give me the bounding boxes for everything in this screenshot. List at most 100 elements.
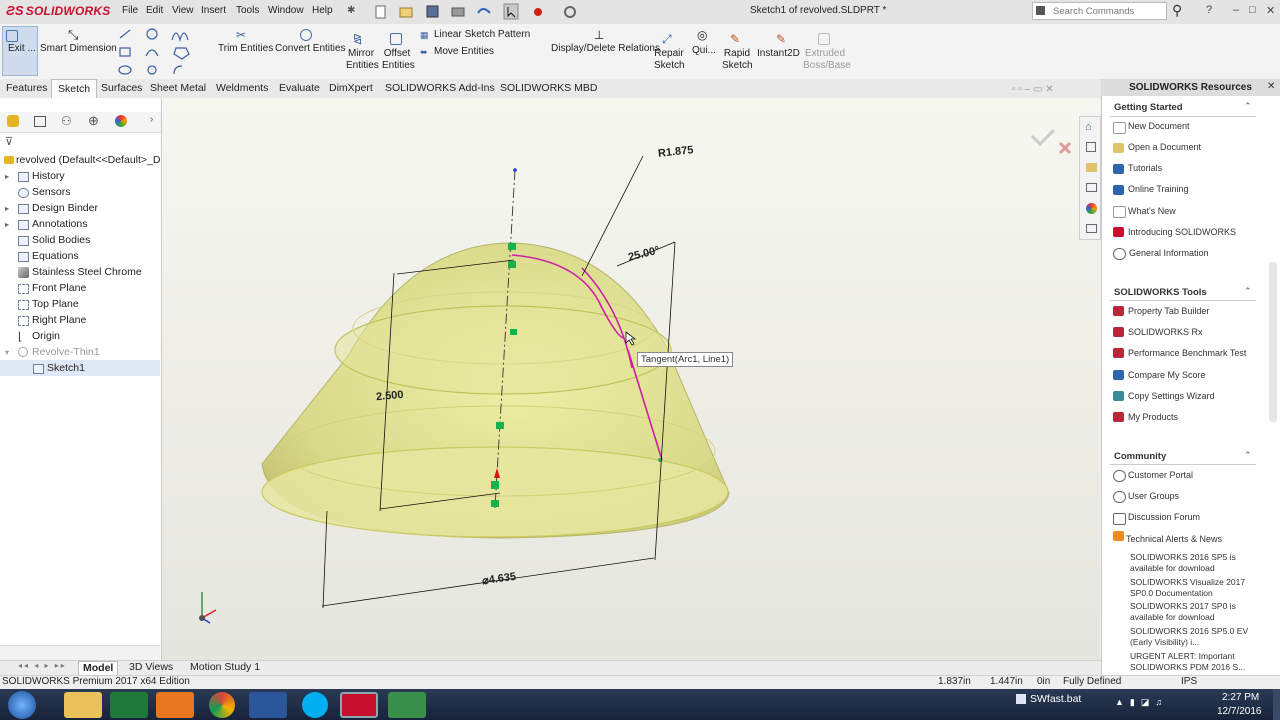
link-my-products[interactable]: My Products [1128, 412, 1178, 422]
extruded-boss-button[interactable]: Extruded Boss/Base [803, 48, 851, 72]
tree-revolve-thin1[interactable]: Revolve-Thin1 [32, 346, 100, 358]
link-new-document[interactable]: New Document [1128, 121, 1190, 131]
menu-help[interactable]: Help [312, 5, 333, 16]
menu-file[interactable]: File [122, 5, 138, 16]
rapid-sketch-button[interactable]: Rapid Sketch [722, 48, 753, 72]
tree-top-plane[interactable]: Top Plane [32, 298, 79, 310]
tools-header[interactable]: SOLIDWORKS Tools [1114, 287, 1207, 298]
offset-entities-button[interactable]: Offset Entities [382, 48, 415, 72]
skype-taskbar-icon[interactable] [302, 692, 328, 718]
select-icon[interactable] [503, 3, 519, 20]
expand-annotations-icon[interactable]: ▸ [5, 220, 9, 229]
feature-manager-icon[interactable] [7, 115, 19, 127]
link-open-document[interactable]: Open a Document [1128, 142, 1201, 152]
view-palette-icon[interactable] [1086, 183, 1097, 192]
tab-sheet-metal[interactable]: Sheet Metal [144, 79, 212, 98]
display-manager-icon[interactable] [115, 115, 127, 127]
tree-right-plane[interactable]: Right Plane [32, 314, 86, 326]
news-item[interactable]: URGENT ALERT: Important SOLIDWORKS PDM 2… [1130, 651, 1255, 671]
link-introducing[interactable]: Introducing SOLIDWORKS [1128, 227, 1236, 237]
smart-dimension-button[interactable]: Smart Dimension [40, 43, 117, 55]
display-delete-relations-button[interactable]: Display/Delete Relations [551, 43, 660, 55]
news-item[interactable]: SOLIDWORKS Visualize 2017 SP0.0 Document… [1130, 577, 1255, 599]
menu-insert[interactable]: Insert [201, 5, 226, 16]
custom-properties-icon[interactable] [1086, 224, 1097, 233]
new-document-icon[interactable] [375, 5, 386, 19]
viewport-window-controls[interactable]: ▫ ▫ – ▭ ✕ [1012, 84, 1054, 95]
tab-sketch[interactable]: Sketch [51, 79, 98, 98]
expand-history-icon[interactable]: ▸ [5, 172, 9, 181]
dim-height-label[interactable]: 2.500 [376, 389, 404, 403]
collapse-getting-started-icon[interactable]: ⌃ [1244, 101, 1252, 112]
line-icon[interactable] [119, 29, 131, 39]
solidworks-logo[interactable]: ƧS SOLIDWORKS [6, 3, 110, 18]
tree-origin[interactable]: Origin [32, 330, 60, 342]
tab-mbd[interactable]: SOLIDWORKS MBD [494, 79, 603, 98]
link-customer-portal[interactable]: Customer Portal [1128, 470, 1193, 480]
quick-snaps-button[interactable]: Qui... [692, 45, 716, 57]
filter-icon[interactable]: ⊽ [5, 135, 13, 148]
mirror-entities-button[interactable]: Mirror Entities [346, 48, 379, 72]
tab-features[interactable]: Features [0, 79, 53, 98]
tab-scroll-arrows-icon[interactable]: ◂◂ ◂ ▸ ▸▸ [18, 661, 67, 670]
spline-icon[interactable] [171, 32, 189, 43]
tree-equations[interactable]: Equations [32, 250, 79, 262]
fillet-icon[interactable] [173, 65, 183, 75]
confirmation-corner-icon[interactable] [1030, 128, 1072, 155]
chrome-taskbar-icon[interactable] [209, 692, 235, 718]
status-units[interactable]: IPS [1181, 676, 1197, 687]
appearances-icon[interactable] [1086, 203, 1097, 214]
save-icon[interactable] [426, 5, 439, 18]
show-desktop-button[interactable] [1273, 689, 1280, 720]
options-icon[interactable] [564, 6, 576, 18]
task-pane-close-icon[interactable]: ✕ [1267, 81, 1275, 92]
arc-icon[interactable] [145, 49, 159, 57]
tree-solid-bodies[interactable]: Solid Bodies [32, 234, 90, 246]
link-solidworks-rx[interactable]: SOLIDWORKS Rx [1128, 327, 1203, 337]
minimize-icon[interactable]: – [1233, 4, 1239, 16]
link-property-tab-builder[interactable]: Property Tab Builder [1128, 306, 1209, 316]
solidworks-taskbar-icon[interactable] [340, 692, 378, 718]
link-technical-alerts[interactable]: Technical Alerts & News [1126, 534, 1222, 544]
camtasia-taskbar-icon[interactable] [388, 692, 426, 718]
news-item[interactable]: SOLIDWORKS 2016 SP5 is available for dow… [1130, 552, 1255, 574]
tree-sketch1[interactable]: Sketch1 [47, 362, 85, 374]
excel-taskbar-icon[interactable] [110, 692, 148, 718]
link-user-groups[interactable]: User Groups [1128, 491, 1179, 501]
link-whats-new[interactable]: What's New [1128, 206, 1176, 216]
getting-started-header[interactable]: Getting Started [1114, 102, 1183, 113]
panel-scrollbar[interactable] [0, 645, 160, 660]
link-discussion-forum[interactable]: Discussion Forum [1128, 512, 1200, 522]
search-icon[interactable]: ⚲ [1172, 2, 1182, 19]
trim-entities-button[interactable]: Trim Entities [218, 43, 273, 55]
pin-icon[interactable]: ✱ [347, 5, 355, 16]
collapse-community-icon[interactable]: ⌃ [1244, 450, 1252, 461]
ellipse-icon[interactable] [147, 65, 157, 75]
menu-view[interactable]: View [172, 5, 194, 16]
collapse-revolve-icon[interactable]: ▾ [5, 348, 9, 357]
link-general-information[interactable]: General Information [1129, 248, 1209, 258]
system-tray-icons[interactable]: ▲▮◪♫ [1115, 697, 1168, 708]
link-compare-my-score[interactable]: Compare My Score [1128, 370, 1206, 380]
tree-history[interactable]: History [32, 170, 65, 182]
tree-front-plane[interactable]: Front Plane [32, 282, 86, 294]
property-manager-icon[interactable] [34, 116, 46, 127]
news-item[interactable]: SOLIDWORKS 2016 SP5.0 EV (Early Visibili… [1130, 626, 1255, 648]
tab-3d-views[interactable]: 3D Views [129, 661, 173, 673]
close-icon[interactable]: ✕ [1266, 4, 1275, 17]
tab-weldments[interactable]: Weldments [210, 79, 274, 98]
tree-sensors[interactable]: Sensors [32, 186, 71, 198]
tab-addins[interactable]: SOLIDWORKS Add-Ins [379, 79, 501, 98]
tree-annotations[interactable]: Annotations [32, 218, 87, 230]
tab-dimxpert[interactable]: DimXpert [323, 79, 379, 98]
slot-icon[interactable] [118, 65, 132, 75]
task-pane-scrollbar[interactable] [1269, 262, 1277, 422]
link-copy-settings-wizard[interactable]: Copy Settings Wizard [1128, 391, 1215, 401]
undo-icon[interactable] [477, 8, 491, 14]
rectangle-icon[interactable] [119, 47, 131, 57]
link-tutorials[interactable]: Tutorials [1128, 163, 1162, 173]
clock-date[interactable]: 12/7/2016 [1217, 706, 1262, 717]
news-item[interactable]: SOLIDWORKS 2017 SP0 is available for dow… [1130, 601, 1255, 623]
print-icon[interactable] [451, 7, 465, 17]
feature-tree-root[interactable]: revolved (Default<<Default>_D [16, 154, 160, 166]
